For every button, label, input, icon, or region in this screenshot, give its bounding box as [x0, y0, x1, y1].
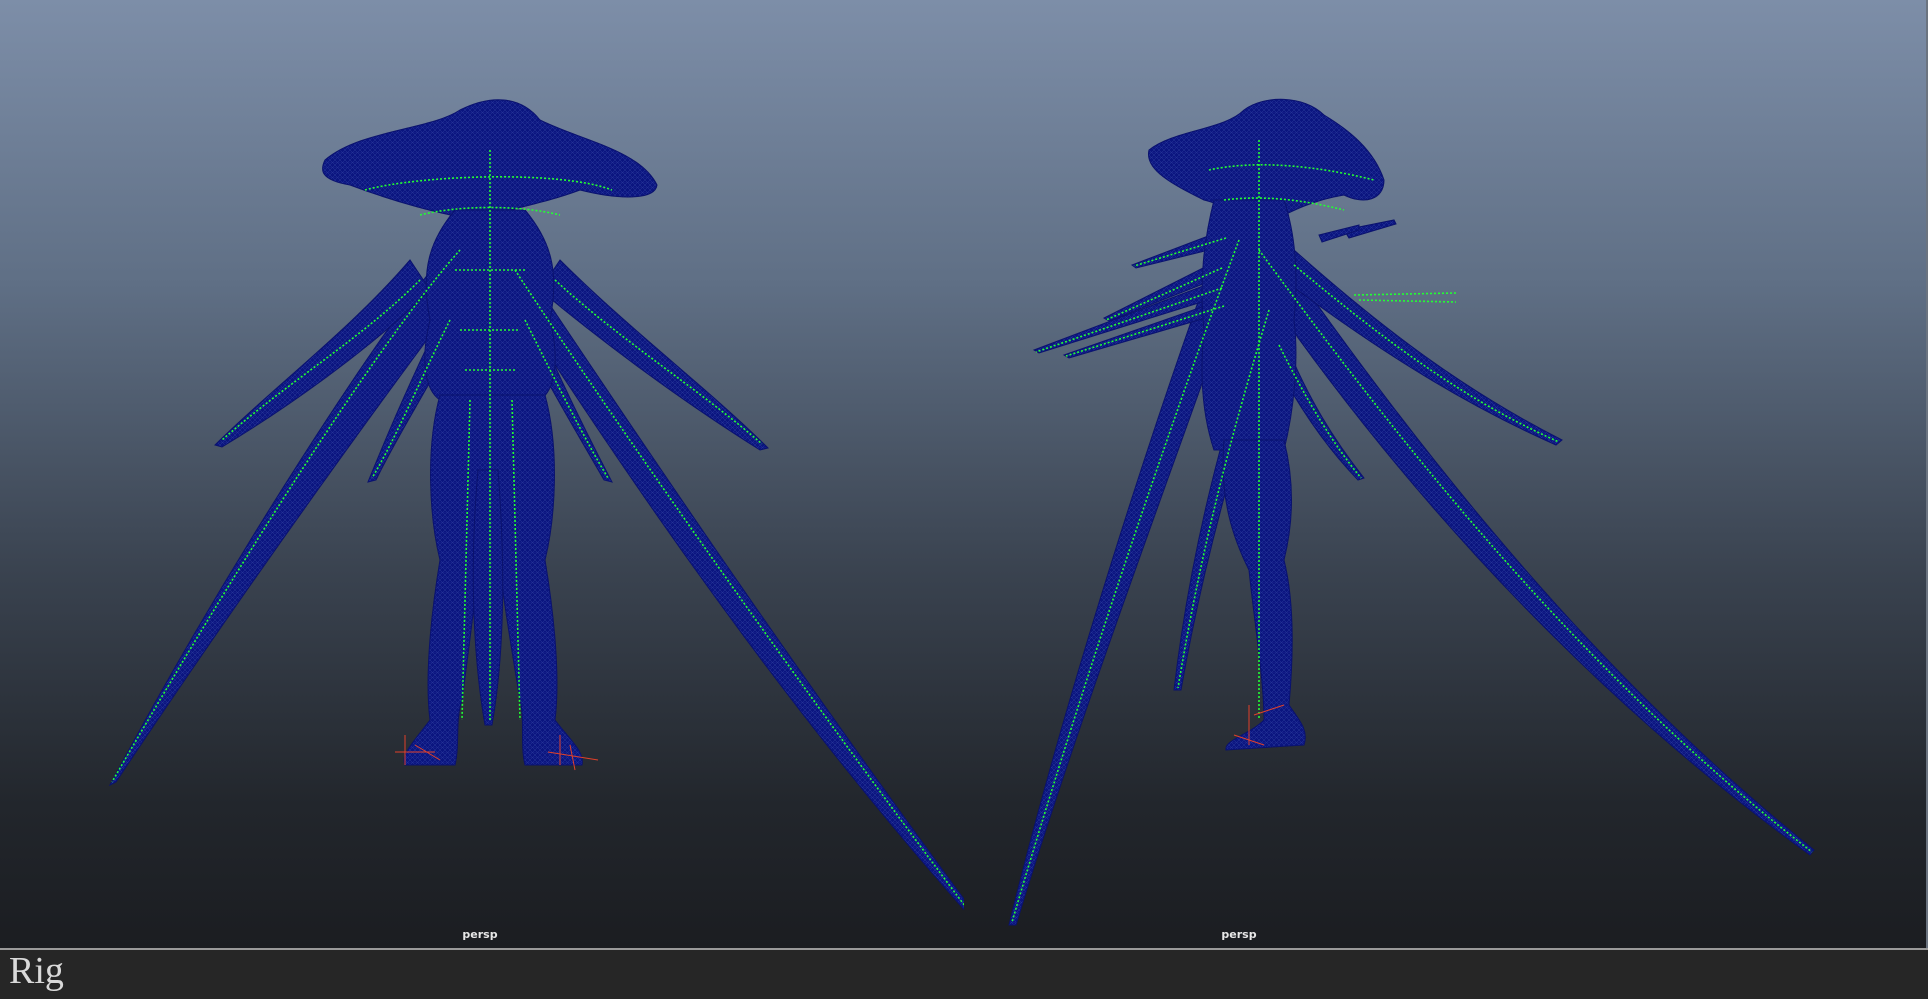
caption-text: Rig [9, 950, 64, 992]
camera-label: persp [462, 928, 498, 941]
perspective-viewport-front[interactable]: persp [0, 0, 964, 948]
creature-wireframe-side [1008, 98, 1815, 926]
caption-bar [0, 950, 1928, 999]
viewport-panel-area: persp persp [0, 0, 1928, 948]
camera-label: persp [1221, 928, 1257, 941]
perspective-viewport-side[interactable]: persp [964, 0, 1928, 948]
creature-wireframe-front [108, 99, 964, 911]
maya-viewport-window: persp persp Rig [0, 0, 1928, 999]
